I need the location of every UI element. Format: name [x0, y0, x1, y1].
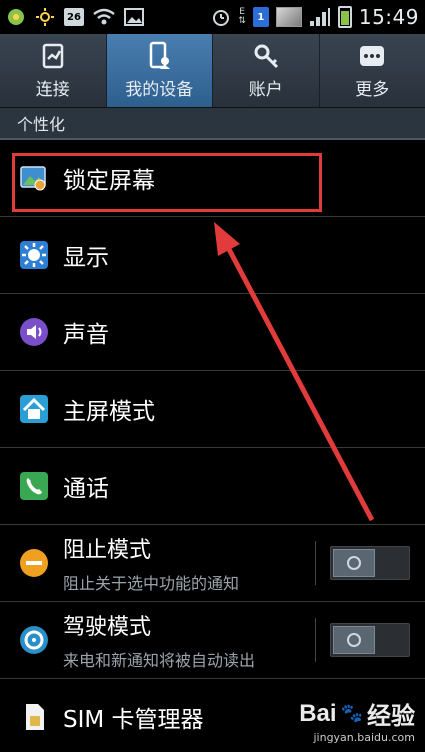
wifi-icon — [93, 6, 115, 28]
tab-more[interactable]: 更多 — [320, 34, 425, 107]
calendar-icon: 26 — [64, 8, 84, 26]
thumbnail-icon — [275, 7, 302, 27]
list-item-display[interactable]: 显示 — [0, 217, 425, 294]
watermark-url: jingyan.baidu.com — [313, 731, 415, 744]
list-item-title: 驾驶模式 — [63, 615, 152, 640]
block-mode-toggle[interactable] — [330, 546, 410, 580]
tab-my-device-label: 我的设备 — [125, 80, 194, 100]
tab-my-device[interactable]: 我的设备 — [106, 34, 213, 107]
list-item-call[interactable]: 通话 — [0, 448, 425, 525]
settings-tab-bar: 连接 我的设备 账户 更多 — [0, 34, 425, 108]
lockscreen-icon — [19, 163, 49, 193]
tab-more-label: 更多 — [355, 80, 390, 100]
notification-icon — [6, 6, 26, 28]
key-icon — [254, 44, 278, 69]
home-icon — [19, 394, 49, 424]
driving-mode-toggle[interactable] — [330, 623, 410, 657]
device-icon — [150, 41, 171, 69]
list-item-title: 锁定屏幕 — [63, 168, 155, 194]
list-item-block-mode[interactable]: 阻止模式 阻止关于选中功能的通知 — [0, 525, 425, 602]
paw-icon: 🐾 — [340, 703, 363, 723]
list-item-title: 通话 — [63, 476, 109, 502]
sim-icon: 1 — [252, 7, 269, 27]
battery-icon — [337, 6, 352, 28]
list-item-subtitle: 来电和新通知将被自动读出 — [63, 651, 256, 670]
signal-icon — [309, 6, 331, 28]
display-icon — [19, 240, 49, 270]
watermark-brand: Bai — [299, 699, 337, 727]
tab-account-label: 账户 — [248, 80, 283, 100]
toggle-divider — [315, 618, 316, 662]
connection-icon — [42, 43, 63, 69]
alarm-icon — [211, 6, 231, 28]
list-item-driving-mode[interactable]: 驾驶模式 来电和新通知将被自动读出 — [0, 602, 425, 679]
list-item-title: SIM 卡管理器 — [63, 707, 204, 733]
toggle-divider — [315, 541, 316, 585]
more-icon — [360, 46, 385, 66]
list-item-title: 声音 — [63, 322, 109, 348]
status-bar: 26 E ⇅ 1 15:49 — [0, 0, 425, 34]
driving-icon — [19, 625, 49, 655]
list-item-lockscreen[interactable]: 锁定屏幕 — [0, 140, 425, 217]
list-item-subtitle: 阻止关于选中功能的通知 — [63, 574, 240, 593]
block-icon — [19, 548, 49, 578]
network-icon: E ⇅ — [238, 7, 246, 26]
image-icon — [124, 6, 144, 28]
tab-connection[interactable]: 连接 — [0, 34, 107, 107]
list-item-title: 阻止模式 — [63, 538, 152, 563]
section-header-personalization: 个性化 — [0, 108, 425, 140]
watermark-brand2: 经验 — [367, 703, 415, 730]
baidu-watermark: Bai 🐾 经验 jingyan.baidu.com — [299, 696, 415, 745]
tab-account[interactable]: 账户 — [213, 34, 320, 107]
list-item-title: 主屏模式 — [63, 399, 155, 425]
list-item-home-mode[interactable]: 主屏模式 — [0, 371, 425, 448]
status-time: 15:49 — [358, 5, 419, 29]
list-item-title: 显示 — [63, 245, 109, 271]
settings-list: 锁定屏幕 显示 声音 主屏模式 通话 阻止模式 阻止关于选中功能的通知 驾驶模式… — [0, 140, 425, 752]
sound-icon — [19, 317, 49, 347]
sim-card-icon — [19, 702, 49, 732]
brightness-icon — [35, 6, 55, 28]
phone-icon — [19, 471, 49, 501]
list-item-sound[interactable]: 声音 — [0, 294, 425, 371]
tab-connection-label: 连接 — [35, 80, 70, 100]
